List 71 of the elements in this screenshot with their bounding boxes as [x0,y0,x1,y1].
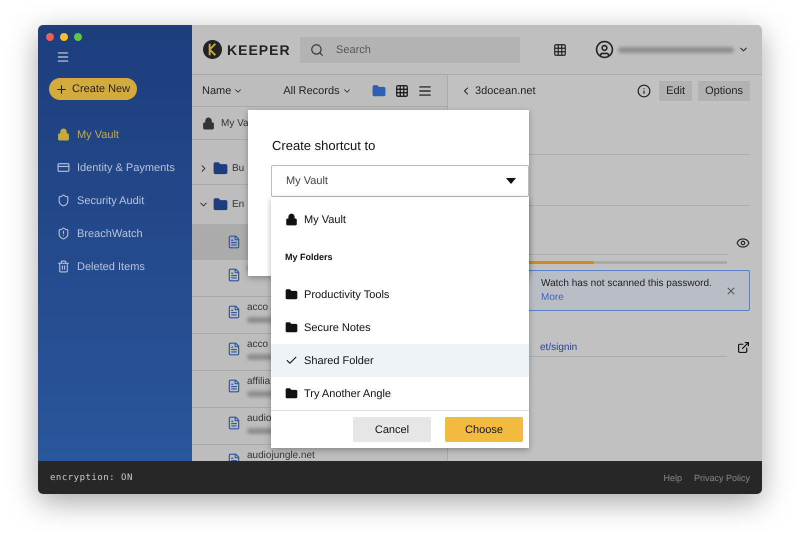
sidebar-item[interactable]: My Vault [38,118,192,151]
choose-button[interactable]: Choose [445,417,523,442]
logo-icon [203,40,222,59]
folder-select[interactable]: My Vault [271,165,529,197]
caret-icon [506,178,516,184]
encryption-status: encryption: ON [50,472,133,482]
lock-icon [202,116,215,130]
folder-option[interactable]: Secure Notes [271,311,529,344]
minimize-button[interactable] [60,33,68,41]
trash-icon [57,260,70,273]
close-icon[interactable] [725,284,737,296]
record-title: audiojungle.net [247,450,315,461]
sort-dropdown[interactable]: Name [202,84,244,96]
edit-button[interactable]: Edit [659,81,692,101]
folder-label[interactable]: Bu [232,162,244,174]
lock-icon [285,213,298,226]
external-link-icon[interactable] [737,341,750,354]
shield-alert-icon [57,227,70,240]
sidebar-item[interactable]: Identity & Payments [38,151,192,184]
document-icon [227,379,241,393]
search-icon [310,42,324,56]
document-icon [227,342,241,356]
document-icon [227,235,241,249]
notice-text: Watch has not scanned this password. [541,278,713,289]
search-input[interactable]: Search [334,42,504,56]
sidebar-item[interactable]: Deleted Items [38,250,192,283]
folder-icon [213,160,228,176]
sidebar-item[interactable]: Security Audit [38,184,192,217]
section-header: My Folders [285,252,333,262]
document-icon [227,268,241,282]
document-icon [227,305,241,319]
folder-option[interactable]: My Vault [271,203,529,236]
filter-dropdown[interactable]: All Records [283,84,352,96]
document-icon [227,416,241,430]
apps-grid-icon[interactable] [553,42,567,56]
search-field[interactable]: Search [300,36,520,62]
folder-icon[interactable] [372,84,386,98]
logo-text: KEEPER [227,42,291,58]
folder-icon [285,288,298,301]
grid-icon[interactable] [394,84,409,98]
folder-option[interactable]: Productivity Tools [271,278,529,311]
vault-label[interactable]: My Va [221,118,249,128]
record-title: acco [247,302,270,313]
folder-option[interactable]: Try Another Angle [271,377,529,410]
folder-label[interactable]: En [232,199,244,210]
record-title: audio [247,413,272,424]
sidebar-item[interactable]: BreachWatch [38,217,192,250]
record-title: acco [247,339,270,350]
menu-icon[interactable] [56,50,70,64]
options-button[interactable]: Options [698,81,750,101]
close-button[interactable] [46,33,54,41]
avatar-icon[interactable] [595,40,614,59]
folder-option[interactable]: Shared Folder [271,344,529,377]
cancel-button[interactable]: Cancel [353,417,431,442]
plus-icon [55,82,68,96]
create-new-button[interactable]: Create New [49,78,137,100]
eye-icon[interactable] [736,236,750,250]
footer-link[interactable]: Privacy Policy [694,472,750,482]
zoom-button[interactable] [74,33,82,41]
info-icon[interactable] [637,84,652,98]
folder-icon [213,197,228,212]
record-title: 3docean.net [475,85,537,97]
footer-link[interactable]: Help [663,472,682,482]
record-title: affilia [247,376,272,387]
card-icon [57,161,70,174]
folder-icon [285,387,298,400]
folder-icon [285,321,298,334]
dialog-title: Create shortcut to [272,138,376,153]
shield-icon [57,194,70,207]
lock-icon [57,128,70,141]
list-icon[interactable] [418,84,432,98]
